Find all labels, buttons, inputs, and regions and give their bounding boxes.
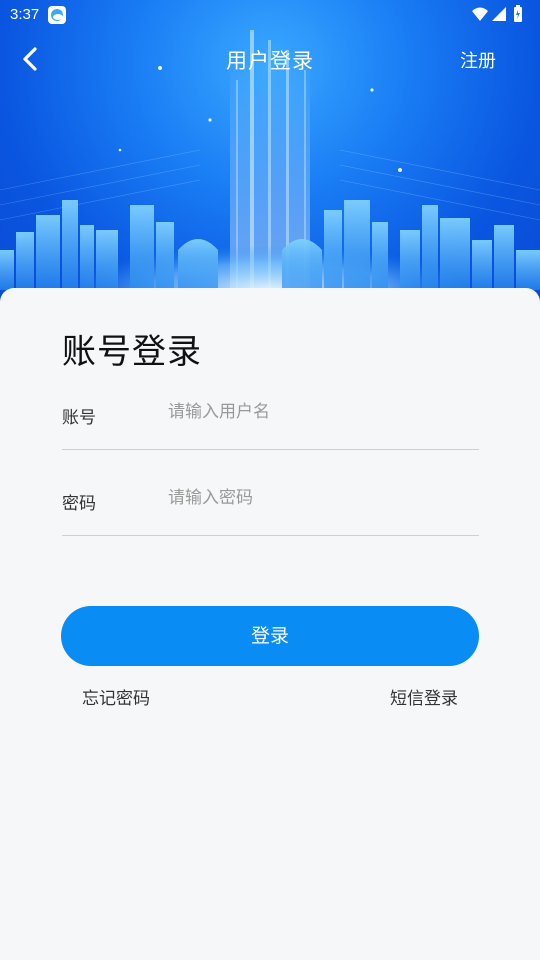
login-screen: 3:37 用户登录 注册 账号登录 账号 请输入用户名 密码 登录 忘记密码 短…	[0, 0, 540, 960]
account-input[interactable]	[168, 397, 468, 427]
status-time: 3:37	[10, 6, 40, 23]
sms-login-link[interactable]: 短信登录	[390, 684, 458, 709]
status-bar: 3:37	[0, 0, 540, 30]
signal-icon	[492, 7, 506, 21]
battery-icon	[514, 5, 522, 22]
account-field-row: 账号	[62, 363, 479, 450]
weather-app-icon	[48, 6, 66, 24]
account-label: 账号	[62, 408, 96, 428]
status-icons	[470, 4, 530, 26]
title-bar: 用户登录 注册	[0, 34, 540, 84]
forgot-password-link[interactable]: 忘记密码	[82, 684, 150, 709]
password-label: 密码	[62, 494, 96, 514]
password-input[interactable]	[168, 483, 468, 513]
page-title: 用户登录	[226, 49, 314, 73]
password-field-row: 密码	[62, 449, 479, 536]
register-link[interactable]: 注册	[460, 47, 496, 73]
wifi-icon	[472, 7, 488, 21]
login-button[interactable]: 登录	[61, 606, 479, 666]
login-card: 账号登录 账号 密码 登录 忘记密码 短信登录	[0, 288, 540, 960]
